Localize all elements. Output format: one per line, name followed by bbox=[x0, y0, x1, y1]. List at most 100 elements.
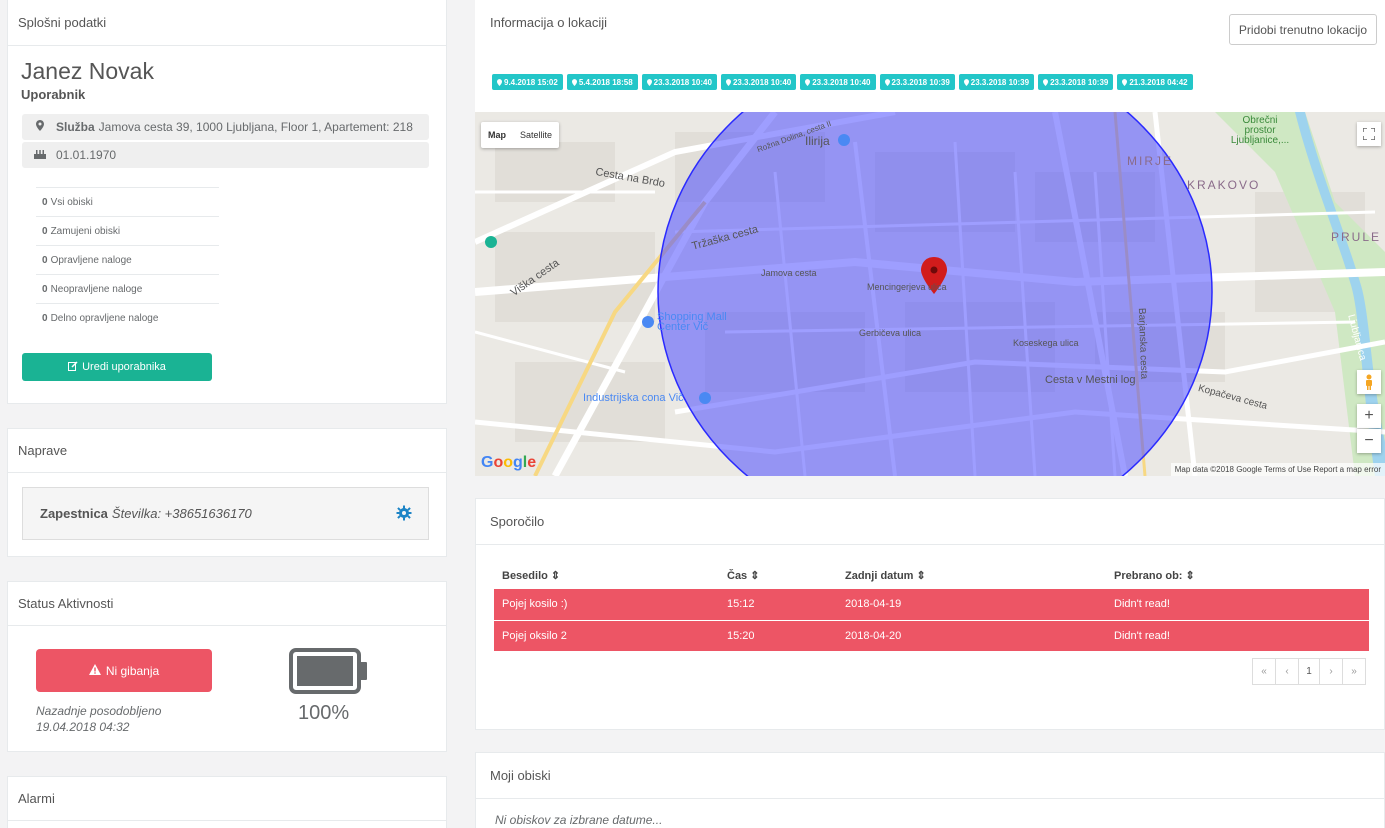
map-label: Cesta v Mestni log bbox=[1045, 374, 1136, 386]
stat-partial-tasks: 0 Delno opravljene naloge bbox=[36, 303, 219, 332]
my-visits-panel: Moji obiski Ni obiskov za izbrane datume… bbox=[475, 752, 1385, 828]
location-timestamp-tags: 9.4.2018 15:02 5.4.2018 18:58 23.3.2018 10… bbox=[492, 74, 1193, 90]
map-type-map-button[interactable]: Map bbox=[481, 122, 513, 148]
stat-label: Delno opravljene naloge bbox=[50, 312, 159, 324]
map-type-toggle: Map Satellite bbox=[481, 122, 560, 148]
location-tag[interactable]: 23.3.2018 10:40 bbox=[800, 74, 876, 90]
column-header-read-at[interactable]: Prebrano ob: ⇕ bbox=[1106, 561, 1369, 589]
location-tag-label: 23.3.2018 10:40 bbox=[812, 77, 871, 87]
sort-icon: ⇕ bbox=[550, 569, 561, 582]
map-label: Jamova cesta bbox=[761, 268, 817, 278]
battery-full-icon bbox=[289, 648, 369, 697]
pager-page-1[interactable]: 1 bbox=[1298, 658, 1320, 685]
map-label: Mencingerjeva ulica bbox=[867, 282, 947, 292]
column-header-last-date[interactable]: Zadnji datum ⇕ bbox=[837, 561, 1106, 589]
location-map[interactable]: Ilirija Tržaška cesta Cesta na Brdo Jamo… bbox=[475, 112, 1385, 476]
location-tag[interactable]: 23.3.2018 10:39 bbox=[1038, 74, 1114, 90]
stat-all-visits: 0 Vsi obiski bbox=[36, 187, 219, 216]
column-header-label: Prebrano ob: bbox=[1114, 569, 1183, 582]
activity-status-panel: Status Aktivnosti Ni gibanja Nazadnje po… bbox=[7, 581, 447, 752]
user-name: Janez Novak bbox=[21, 58, 154, 84]
cell-time: 15:20 bbox=[719, 620, 837, 652]
user-role: Uporabnik bbox=[21, 87, 86, 102]
map-label: MIRJE bbox=[1127, 154, 1173, 168]
stat-count: 0 bbox=[42, 283, 48, 295]
location-tag-label: 5.4.2018 18:58 bbox=[578, 77, 633, 87]
fullscreen-icon[interactable] bbox=[1357, 122, 1381, 146]
location-tag[interactable]: 23.3.2018 10:40 bbox=[720, 74, 797, 90]
table-row[interactable]: Pojej oksilo 2 15:20 2018-04-20 Didn't r… bbox=[494, 620, 1369, 652]
activity-status-title: Status Aktivnosti bbox=[8, 582, 446, 626]
stat-label: Opravljene naloge bbox=[50, 254, 132, 266]
location-tag[interactable]: 23.3.2018 10:39 bbox=[958, 74, 1035, 90]
column-header-text[interactable]: Besedilo ⇕ bbox=[494, 561, 719, 589]
edit-user-button[interactable]: Uredi uporabnika bbox=[22, 353, 212, 381]
address-value: Jamova cesta 39, 1000 Ljubljana, Floor 1… bbox=[98, 120, 413, 134]
device-number: Številka: +38651636170 bbox=[111, 506, 252, 521]
location-tag-label: 23.3.2018 10:40 bbox=[653, 77, 712, 87]
location-tag[interactable]: 9.4.2018 15:02 bbox=[492, 74, 563, 90]
address-label: Služba bbox=[56, 120, 95, 134]
battery-percent: 100% bbox=[298, 702, 350, 724]
zoom-in-button[interactable]: + bbox=[1357, 404, 1381, 428]
alarms-title: Alarmi bbox=[8, 777, 446, 821]
stat-count: 0 bbox=[42, 312, 48, 324]
pager-prev-button[interactable]: ‹ bbox=[1275, 658, 1299, 685]
last-updated: Nazadnje posodobljeno 19.04.2018 04:32 bbox=[36, 703, 161, 735]
get-current-location-button[interactable]: Pridobi trenutno lokacijo bbox=[1228, 14, 1377, 45]
stat-label: Zamujeni obiski bbox=[50, 225, 121, 237]
no-visits-message: Ni obiskov za izbrane datume... bbox=[495, 813, 663, 827]
location-tag-label: 23.3.2018 10:40 bbox=[732, 77, 792, 87]
no-motion-button[interactable]: Ni gibanja bbox=[36, 649, 212, 692]
devices-panel: Naprave Zapestnica Številka: +3865163617… bbox=[7, 428, 447, 557]
google-logo: Google bbox=[481, 454, 537, 471]
visit-stats-list: 0 Vsi obiski 0 Zamujeni obiski 0 Opravljene… bbox=[36, 187, 219, 332]
cell-last-date: 2018-04-19 bbox=[837, 589, 1106, 621]
map-marker-icon bbox=[646, 78, 652, 86]
last-updated-time: 19.04.2018 04:32 bbox=[36, 720, 130, 734]
map-label: Koseskega ulica bbox=[1013, 338, 1079, 348]
stat-count: 0 bbox=[42, 225, 48, 237]
pager-first-button[interactable]: « bbox=[1252, 658, 1276, 685]
location-tag[interactable]: 23.3.2018 10:39 bbox=[879, 74, 955, 90]
column-header-label: Čas bbox=[727, 569, 748, 582]
street-view-pegman-icon[interactable] bbox=[1357, 370, 1381, 394]
map-label: Gerbičeva ulica bbox=[859, 328, 922, 338]
table-row[interactable]: Pojej kosilo :) 15:12 2018-04-19 Didn't … bbox=[494, 589, 1369, 621]
map-attribution[interactable]: Map data ©2018 Google Terms of Use Repor… bbox=[1170, 463, 1385, 476]
sort-icon: ⇕ bbox=[1185, 569, 1195, 582]
stat-missed-visits: 0 Zamujeni obiski bbox=[36, 216, 219, 245]
location-tag[interactable]: 21.3.2018 04:42 bbox=[1117, 74, 1193, 90]
pager-last-button[interactable]: » bbox=[1342, 658, 1366, 685]
map-marker-icon bbox=[571, 78, 577, 86]
map-label: KRAKOVO bbox=[1187, 178, 1261, 192]
column-header-time[interactable]: Čas ⇕ bbox=[719, 561, 837, 589]
map-marker-icon bbox=[1043, 78, 1049, 86]
map-marker-icon bbox=[884, 78, 890, 86]
cell-text: Pojej kosilo :) bbox=[494, 589, 719, 621]
stat-label: Neopravljene naloge bbox=[50, 283, 143, 295]
location-tag[interactable]: 5.4.2018 18:58 bbox=[566, 74, 638, 90]
stat-count: 0 bbox=[42, 196, 48, 208]
zoom-out-button[interactable]: − bbox=[1357, 429, 1381, 453]
column-header-label: Zadnji datum bbox=[845, 569, 914, 582]
location-tag-label: 23.3.2018 10:39 bbox=[1050, 77, 1109, 87]
my-visits-title: Moji obiski bbox=[476, 753, 1384, 799]
location-tag[interactable]: 23.3.2018 10:40 bbox=[641, 74, 717, 90]
last-updated-label: Nazadnje posodobljeno bbox=[36, 704, 162, 718]
message-title: Sporočilo bbox=[476, 499, 1384, 545]
cell-last-date: 2018-04-20 bbox=[837, 620, 1106, 652]
map-marker-icon bbox=[497, 78, 502, 86]
pager-next-button[interactable]: › bbox=[1319, 658, 1343, 685]
map-type-satellite-button[interactable]: Satellite bbox=[513, 122, 559, 148]
edit-user-label: Uredi uporabnika bbox=[82, 361, 166, 373]
messages-table: Besedilo ⇕ Čas ⇕ Zadnji datum ⇕ Prebrano… bbox=[494, 561, 1369, 652]
device-name: Zapestnica bbox=[40, 506, 108, 521]
devices-title: Naprave bbox=[8, 429, 446, 473]
general-info-panel: Splošni podatki Janez Novak Uporabnik Sl… bbox=[7, 0, 447, 404]
map-label: Ilirija bbox=[805, 134, 830, 148]
map-canvas bbox=[475, 112, 1385, 476]
gear-icon[interactable] bbox=[396, 505, 412, 521]
map-label: Obrečni prostor Ljubljanice,... bbox=[1230, 115, 1290, 146]
map-label: Shopping Mall Center Vič bbox=[657, 311, 727, 333]
